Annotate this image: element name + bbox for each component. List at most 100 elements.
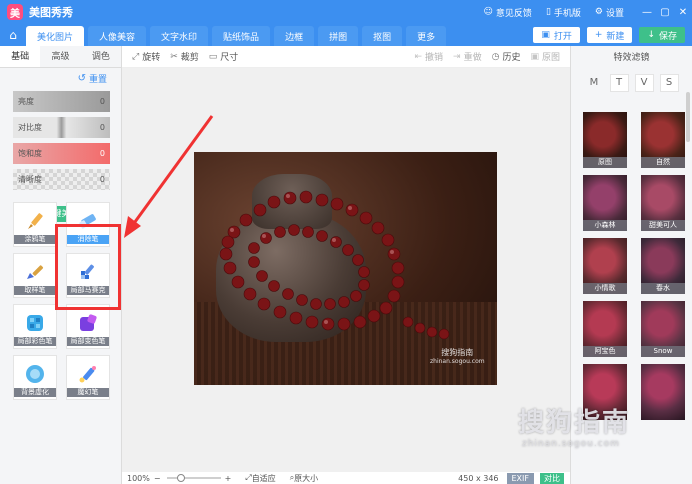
minimize-icon[interactable]: — <box>638 7 656 18</box>
zoom-out-icon[interactable]: − <box>154 474 161 483</box>
sharpness-slider[interactable]: 清晰度 0 <box>13 169 110 190</box>
filter-label: 小情歌 <box>583 283 627 294</box>
main-nav: ⌂ 美化图片 人像美容 文字水印 贴纸饰品 边框 拼图 抠图 更多 ▣ 打开 +… <box>0 24 692 46</box>
filter-natural[interactable]: 自然 <box>641 112 685 168</box>
partial-color-pen-tool[interactable]: 局部彩色笔 <box>13 304 57 349</box>
open-label: 打开 <box>553 31 572 42</box>
tab-advanced[interactable]: 高级 <box>40 46 80 67</box>
redo-button[interactable]: ⇥ 重做 <box>453 50 482 64</box>
tab-basic[interactable]: 基础 <box>0 46 41 67</box>
brightness-slider[interactable]: 亮度 0 <box>13 91 110 112</box>
maximize-icon[interactable]: ▢ <box>656 7 674 18</box>
filter-love-song[interactable]: 小情歌 <box>583 238 627 294</box>
sharpness-label: 清晰度 <box>18 175 42 184</box>
magic-wand-icon <box>77 363 99 385</box>
filter-panel-title: 特效滤镜 <box>613 53 650 63</box>
scissors-icon: ✂ <box>170 51 178 62</box>
filter-original[interactable]: 原图 <box>583 112 627 168</box>
filter-tab-v[interactable]: V <box>634 74 654 92</box>
phone-icon: ▯ <box>545 7 551 17</box>
page-watermark-url: zhinan.sogou.com <box>522 439 620 449</box>
undo-label: 撤销 <box>425 53 444 63</box>
page-watermark-text: 搜狗指南 <box>518 408 631 438</box>
contrast-slider[interactable]: 对比度 0 <box>13 117 110 138</box>
rotate-button[interactable]: ⤢ 旋转 <box>132 50 160 64</box>
save-label: 保存 <box>658 31 677 42</box>
doodle-pen-tool[interactable]: 涂鸦笔 <box>13 202 57 247</box>
size-label: 尺寸 <box>220 53 239 63</box>
saturation-slider[interactable]: 饱和度 0 <box>13 143 110 164</box>
blur-icon <box>24 363 46 385</box>
status-bar: 100% − + ⤢ 自适应 ⌕ 原大小 450 x 346 EXIF 对比 <box>122 472 570 484</box>
filter-forest[interactable]: 小森林 <box>583 175 627 231</box>
mobile-version-link[interactable]: ▯ 手机版 <box>546 6 581 19</box>
sharpness-value: 0 <box>99 175 105 184</box>
filter-tenth[interactable] <box>641 364 685 420</box>
undo-button[interactable]: ⇤ 撤销 <box>414 50 444 64</box>
exif-button[interactable]: EXIF <box>506 472 534 484</box>
reset-button[interactable]: ↺ 重置 <box>0 68 121 88</box>
saturation-value: 0 <box>99 149 105 158</box>
partial-color-pen-label: 局部彩色笔 <box>14 337 56 346</box>
actual-size-button[interactable]: ⌕ 原大小 <box>290 473 318 484</box>
clock-icon: ◷ <box>491 51 500 62</box>
tab-stickers[interactable]: 贴纸饰品 <box>212 26 271 46</box>
tab-portrait[interactable]: 人像美容 <box>88 26 147 46</box>
filter-tab-t[interactable]: T <box>609 74 629 92</box>
filter-label: 原图 <box>583 157 627 168</box>
filter-tab-s[interactable]: S <box>659 74 679 92</box>
tab-collage[interactable]: 拼图 <box>318 26 359 46</box>
app-logo-icon: 美 <box>7 4 23 20</box>
compare-button[interactable]: 对比 <box>540 472 564 484</box>
filter-label: 甜美可人 <box>641 220 685 231</box>
app-title: 美图秀秀 <box>29 6 73 19</box>
filter-sweet[interactable]: 甜美可人 <box>641 175 685 231</box>
zoom-in-icon[interactable]: + <box>225 474 232 483</box>
original-button[interactable]: ▣ 原图 <box>530 50 560 64</box>
plus-icon: + <box>594 30 603 40</box>
tab-cutout[interactable]: 抠图 <box>362 26 403 46</box>
feedback-link[interactable]: ☺ 意见反馈 <box>484 6 532 19</box>
tab-frame[interactable]: 边框 <box>274 26 315 46</box>
tab-more[interactable]: 更多 <box>406 26 447 46</box>
history-button[interactable]: ◷ 历史 <box>491 50 521 64</box>
mobile-label: 手机版 <box>553 8 581 19</box>
filter-grid: 原图 自然 小森林 甜美可人 小情歌 春水 阿宝色 Snow <box>583 112 685 420</box>
crop-button[interactable]: ✂ 裁剪 <box>170 50 199 64</box>
zoom-slider[interactable] <box>166 474 221 482</box>
image-icon: ▣ <box>541 30 550 40</box>
resize-icon: ▭ <box>208 51 218 62</box>
partial-recolor-pen-tool[interactable]: 局部变色笔 <box>66 304 110 349</box>
edited-photo[interactable]: 搜狗指南 zhinan.sogou.com <box>194 152 497 385</box>
open-button[interactable]: ▣ 打开 <box>533 27 580 43</box>
save-button[interactable]: ↓ 保存 <box>639 27 685 43</box>
rotate-icon: ⤢ <box>132 51 140 62</box>
filter-snow[interactable]: Snow <box>641 301 685 357</box>
zoom-slider-knob[interactable] <box>176 474 185 482</box>
new-button[interactable]: + 新建 <box>586 27 633 43</box>
history-label: 历史 <box>502 53 521 63</box>
tab-color[interactable]: 调色 <box>81 46 121 67</box>
magic-pen-label: 魔幻笔 <box>67 388 109 397</box>
magic-pen-tool[interactable]: 魔幻笔 <box>66 355 110 400</box>
background-blur-tool[interactable]: 背景虚化 <box>13 355 57 400</box>
settings-link[interactable]: ⚙ 设置 <box>595 6 624 19</box>
size-button[interactable]: ▭ 尺寸 <box>208 50 239 64</box>
filter-tab-m[interactable]: M <box>585 74 604 92</box>
close-icon[interactable]: ✕ <box>674 7 692 18</box>
home-icon[interactable]: ⌂ <box>0 24 26 46</box>
tab-beautify[interactable]: 美化图片 <box>26 26 85 46</box>
filter-label: 春水 <box>641 283 685 294</box>
saturation-label: 饱和度 <box>18 149 42 158</box>
fit-button[interactable]: ⤢ 自适应 <box>245 473 275 484</box>
sample-pen-tool[interactable]: 取样笔 <box>13 253 57 298</box>
filter-abao[interactable]: 阿宝色 <box>583 301 627 357</box>
filter-scrollbar[interactable] <box>686 92 690 142</box>
filter-spring-water[interactable]: 春水 <box>641 238 685 294</box>
gear-icon: ⚙ <box>594 7 603 17</box>
tab-text-watermark[interactable]: 文字水印 <box>150 26 209 46</box>
canvas-area[interactable]: 搜狗指南 zhinan.sogou.com <box>122 68 570 472</box>
brightness-label: 亮度 <box>18 97 34 106</box>
stamp-brush-icon <box>24 261 46 283</box>
filter-thumbnail <box>641 364 685 420</box>
